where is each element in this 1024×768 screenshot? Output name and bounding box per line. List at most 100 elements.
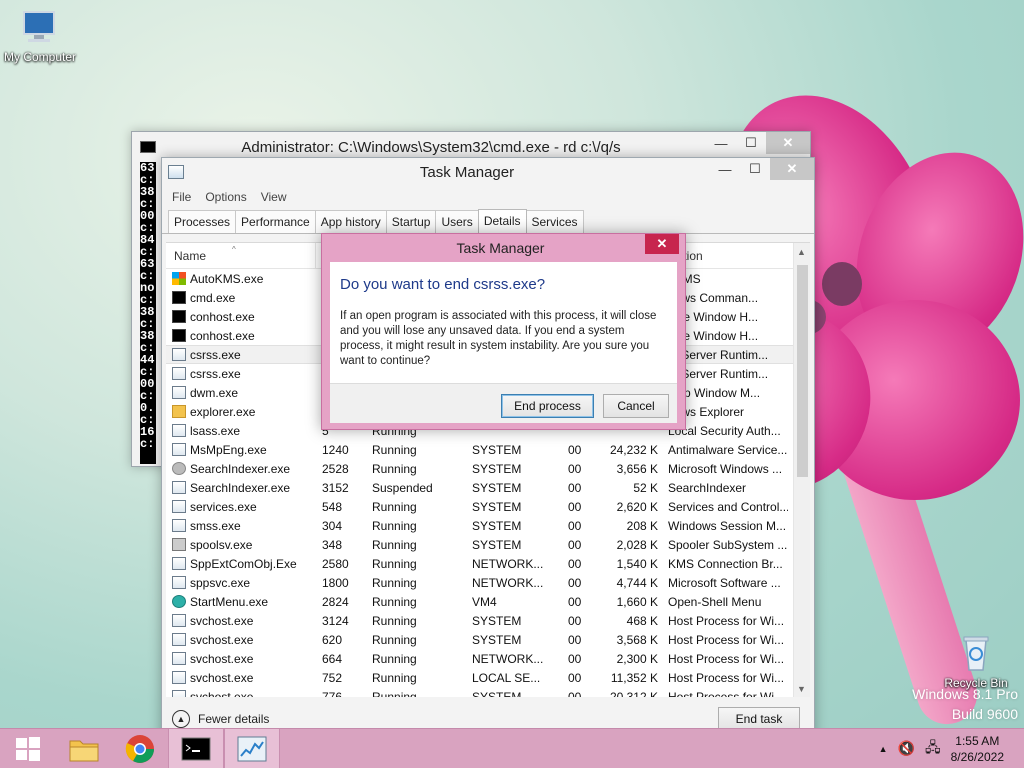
- fewer-details-toggle[interactable]: ▲ Fewer details: [172, 710, 269, 728]
- my-computer-shortcut[interactable]: My Computer: [0, 10, 80, 64]
- table-row[interactable]: StartMenu.exe 2824 Running VM4 00 1,660 K Open…: [166, 592, 810, 611]
- pid-cell: 304: [322, 518, 343, 533]
- description-cell: SearchIndexer: [668, 480, 747, 495]
- process-name-cell: SearchIndexer.exe: [166, 481, 316, 495]
- memory-cell: 3,656 K: [616, 461, 658, 476]
- dialog-button-bar: End process Cancel: [330, 383, 677, 423]
- menu-options[interactable]: Options: [205, 190, 246, 204]
- tm-tabs: Processes Performance App history Startu…: [162, 208, 814, 234]
- process-name-cell: smss.exe: [166, 519, 316, 533]
- user-name-cell: SYSTEM: [472, 613, 522, 628]
- table-row[interactable]: svchost.exe 664 Running NETWORK... 00 2,300 K…: [166, 649, 810, 668]
- tab-performance[interactable]: Performance: [235, 210, 316, 233]
- scroll-down-icon[interactable]: ▼: [797, 684, 806, 694]
- scroll-up-icon[interactable]: ▲: [797, 247, 806, 257]
- recycle-bin-icon: [956, 632, 996, 672]
- process-name-cell: svchost.exe: [166, 690, 316, 697]
- table-row[interactable]: svchost.exe 752 Running LOCAL SE... 00 11,352…: [166, 668, 810, 687]
- tab-details[interactable]: Details: [477, 209, 527, 234]
- table-row[interactable]: spoolsv.exe 348 Running SYSTEM 00 2,028 K Spoo…: [166, 535, 810, 554]
- tm-titlebar[interactable]: Task Manager — ☐ ✕: [162, 158, 814, 186]
- minimize-icon[interactable]: —: [710, 158, 740, 180]
- table-row[interactable]: svchost.exe 776 Running SYSTEM 00 20,312 K Hos…: [166, 687, 810, 697]
- maximize-icon[interactable]: ☐: [740, 158, 770, 180]
- table-row[interactable]: smss.exe 304 Running SYSTEM 00 208 K Windows S…: [166, 516, 810, 535]
- user-name-cell: SYSTEM: [472, 632, 522, 647]
- folder-icon: [69, 740, 99, 761]
- scrollbar-thumb[interactable]: [797, 265, 808, 477]
- tab-startup[interactable]: Startup: [385, 210, 437, 233]
- start-button[interactable]: [0, 729, 56, 768]
- pid-cell: 1240: [322, 442, 349, 457]
- process-icon: [172, 405, 186, 418]
- tab-app-history[interactable]: App history: [314, 210, 387, 233]
- pid-cell: 2528: [322, 461, 349, 476]
- cpu-cell: 00: [568, 613, 582, 628]
- recycle-bin-shortcut[interactable]: Recycle Bin: [936, 632, 1016, 690]
- table-row[interactable]: svchost.exe 620 Running SYSTEM 00 3,568 K Host…: [166, 630, 810, 649]
- process-icon: [172, 538, 186, 551]
- table-row[interactable]: MsMpEng.exe 1240 Running SYSTEM 00 24,232 K An…: [166, 440, 810, 459]
- cmd-console-output: 63 c: 38 c: 00 c: 84 c: 63 c: no c: 38 c…: [140, 162, 156, 464]
- table-row[interactable]: sppsvc.exe 1800 Running NETWORK... 00 4,744 K…: [166, 573, 810, 592]
- memory-cell: 20,312 K: [609, 689, 658, 698]
- show-hidden-icons-icon[interactable]: ▲: [879, 744, 888, 754]
- end-process-button[interactable]: End process: [501, 394, 594, 418]
- taskbar-cmd[interactable]: [168, 728, 224, 768]
- taskbar-task-manager[interactable]: [224, 728, 280, 768]
- column-header-name[interactable]: Name: [166, 243, 316, 268]
- dialog-question: Do you want to end csrss.exe?: [340, 276, 546, 293]
- table-row[interactable]: services.exe 548 Running SYSTEM 00 2,620 K Ser…: [166, 497, 810, 516]
- close-icon[interactable]: ✕: [645, 234, 679, 254]
- process-name-cell: conhost.exe: [166, 310, 316, 324]
- process-name-label: conhost.exe: [190, 309, 255, 324]
- close-icon[interactable]: ✕: [770, 158, 814, 180]
- process-icon: [172, 367, 186, 380]
- memory-cell: 468 K: [626, 613, 658, 628]
- dialog-titlebar[interactable]: Task Manager ✕: [322, 234, 685, 262]
- taskbar-chrome[interactable]: [112, 729, 168, 768]
- dialog-body: Do you want to end csrss.exe? If an open…: [330, 262, 677, 423]
- task-manager-app-icon: [168, 165, 184, 179]
- process-name-cell: dwm.exe: [166, 386, 316, 400]
- menu-file[interactable]: File: [172, 190, 191, 204]
- status-cell: Running: [372, 442, 417, 457]
- maximize-icon[interactable]: ☐: [736, 132, 766, 154]
- status-cell: Running: [372, 461, 417, 476]
- table-row[interactable]: SppExtComObj.Exe 2580 Running NETWORK... 00 1…: [166, 554, 810, 573]
- table-row[interactable]: svchost.exe 3124 Running SYSTEM 00 468 K Host …: [166, 611, 810, 630]
- close-icon[interactable]: ✕: [766, 132, 810, 154]
- dialog-title: Task Manager: [456, 240, 545, 256]
- table-row[interactable]: SearchIndexer.exe 2528 Running SYSTEM 00 3,65…: [166, 459, 810, 478]
- cmd-title: Administrator: C:\Windows\System32\cmd.e…: [241, 138, 621, 156]
- cpu-cell: 00: [568, 480, 582, 495]
- table-scrollbar[interactable]: ▲ ▼: [793, 243, 810, 697]
- computer-icon: [20, 10, 60, 46]
- status-cell: Running: [372, 537, 417, 552]
- taskbar: ▲ 🔇 🖧 1:55 AM 8/26/2022: [0, 728, 1024, 768]
- clock-time: 1:55 AM: [955, 733, 1000, 748]
- process-name-cell: StartMenu.exe: [166, 595, 316, 609]
- tab-services[interactable]: Services: [525, 210, 584, 233]
- process-name-cell: SppExtComObj.Exe: [166, 557, 316, 571]
- network-icon[interactable]: 🖧: [925, 737, 941, 761]
- cancel-button[interactable]: Cancel: [603, 394, 669, 418]
- user-name-cell: NETWORK...: [472, 556, 544, 571]
- process-icon: [172, 348, 186, 361]
- volume-muted-icon[interactable]: 🔇: [898, 740, 915, 757]
- pid-cell: 3124: [322, 613, 349, 628]
- clock[interactable]: 1:55 AM 8/26/2022: [951, 733, 1004, 765]
- table-row[interactable]: SearchIndexer.exe 3152 Suspended SYSTEM 00 52…: [166, 478, 810, 497]
- pid-cell: 752: [322, 670, 343, 685]
- cmd-icon: [181, 737, 211, 760]
- tab-processes[interactable]: Processes: [168, 210, 237, 233]
- memory-cell: 2,620 K: [616, 499, 658, 514]
- user-name-cell: SYSTEM: [472, 689, 522, 698]
- taskbar-file-explorer[interactable]: [56, 729, 112, 768]
- end-process-dialog[interactable]: Task Manager ✕ Do you want to end csrss.…: [321, 233, 686, 430]
- menu-view[interactable]: View: [261, 190, 287, 204]
- status-cell: Running: [372, 556, 417, 571]
- process-name-cell: svchost.exe: [166, 671, 316, 685]
- tab-users[interactable]: Users: [435, 210, 479, 233]
- minimize-icon[interactable]: —: [706, 132, 736, 154]
